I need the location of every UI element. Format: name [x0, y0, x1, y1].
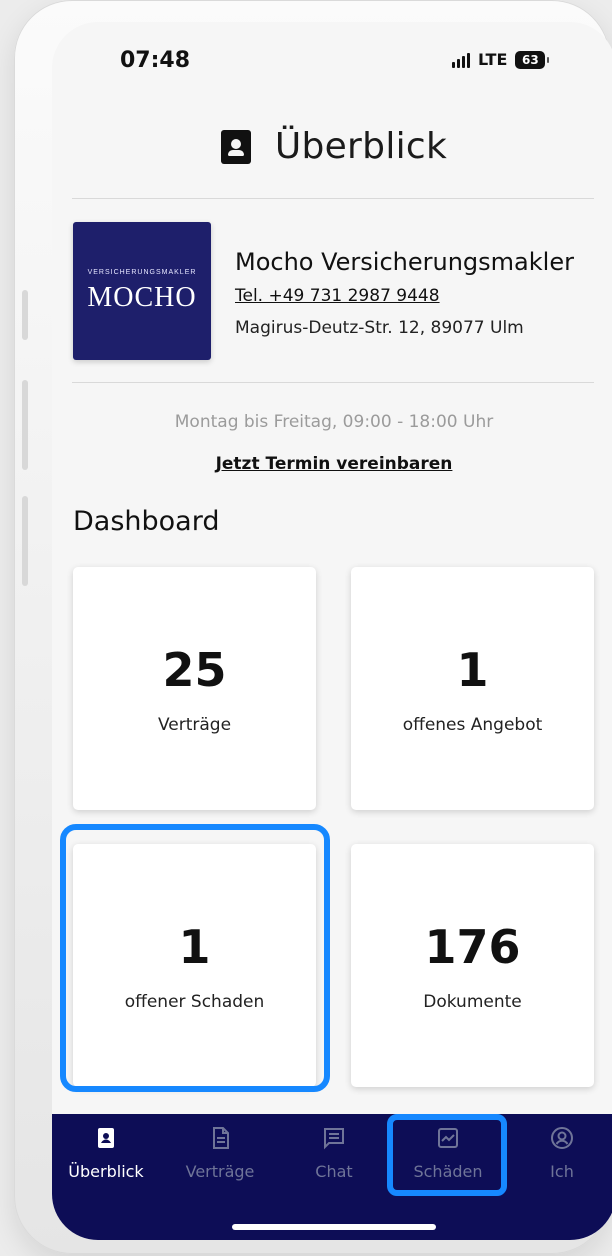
nav-label-overview: Überblick: [68, 1162, 144, 1181]
app-screen: 07:48 LTE 63 Überblick VERSICHERUNGSMAKL…: [52, 22, 612, 1240]
claims-label: offener Schaden: [124, 991, 265, 1012]
claims-icon: [438, 1128, 458, 1148]
page-header: Überblick: [52, 126, 612, 167]
logo-subtitle: VERSICHERUNGSMAKLER: [87, 268, 197, 276]
dashboard-title: Dashboard: [73, 506, 220, 537]
appointment-link[interactable]: Jetzt Termin vereinbaren: [52, 454, 612, 474]
broker-divider: [72, 382, 594, 383]
documents-label: Dokumente: [423, 991, 522, 1012]
nav-item-contracts[interactable]: Verträge: [174, 1126, 266, 1196]
documents-count: 176: [424, 919, 521, 974]
documents-card[interactable]: 176 Dokumente: [351, 844, 594, 1087]
broker-name: Mocho Versicherungsmakler: [235, 248, 574, 276]
offers-card[interactable]: 1 offenes Angebot: [351, 567, 594, 810]
side-button: [22, 290, 28, 340]
overview-icon: [220, 129, 251, 164]
offers-label: offenes Angebot: [402, 714, 543, 735]
nav-label-claims: Schäden: [413, 1162, 483, 1181]
logo-wordmark: MOCHO: [87, 281, 197, 313]
nav-label-chat: Chat: [315, 1162, 353, 1181]
side-button: [22, 496, 28, 586]
page-title: Überblick: [274, 126, 448, 167]
profile-icon: [551, 1127, 573, 1149]
signal-icon: [452, 52, 470, 68]
nav-item-claims[interactable]: Schäden: [402, 1126, 494, 1196]
nav-label-contracts: Verträge: [185, 1162, 255, 1181]
nav-label-profile: Ich: [550, 1162, 574, 1181]
claims-count: 1: [178, 919, 211, 974]
offers-count: 1: [456, 642, 489, 697]
top-divider: [72, 198, 594, 199]
contracts-label: Verträge: [157, 714, 232, 735]
chat-icon: [324, 1128, 344, 1150]
network-label: LTE: [478, 50, 508, 69]
contracts-count: 25: [162, 642, 227, 697]
nav-item-chat[interactable]: Chat: [288, 1126, 380, 1196]
battery-icon: 63: [515, 50, 550, 69]
phone-frame: 07:48 LTE 63 Überblick VERSICHERUNGSMAKL…: [14, 0, 612, 1254]
opening-hours: Montag bis Freitag, 09:00 - 18:00 Uhr: [174, 412, 494, 432]
broker-logo: VERSICHERUNGSMAKLER MOCHO: [73, 222, 211, 360]
nav-item-profile[interactable]: Ich: [516, 1126, 608, 1196]
side-button: [22, 380, 28, 470]
bottom-navigation: Überblick Verträge Chat Schäden Ich: [52, 1114, 612, 1240]
broker-address: Magirus-Deutz-Str. 12, 89077 Ulm: [235, 318, 524, 338]
broker-phone-link[interactable]: Tel. +49 731 2987 9448: [235, 286, 440, 306]
claims-card[interactable]: 1 offener Schaden: [73, 844, 316, 1087]
status-time: 07:48: [120, 48, 191, 73]
document-icon: [213, 1127, 229, 1149]
battery-level: 63: [522, 52, 539, 67]
nav-item-overview[interactable]: Überblick: [60, 1126, 152, 1196]
home-indicator: [232, 1224, 436, 1230]
overview-icon: [98, 1128, 114, 1148]
contracts-card[interactable]: 25 Verträge: [73, 567, 316, 810]
status-indicators: LTE 63: [452, 50, 550, 69]
